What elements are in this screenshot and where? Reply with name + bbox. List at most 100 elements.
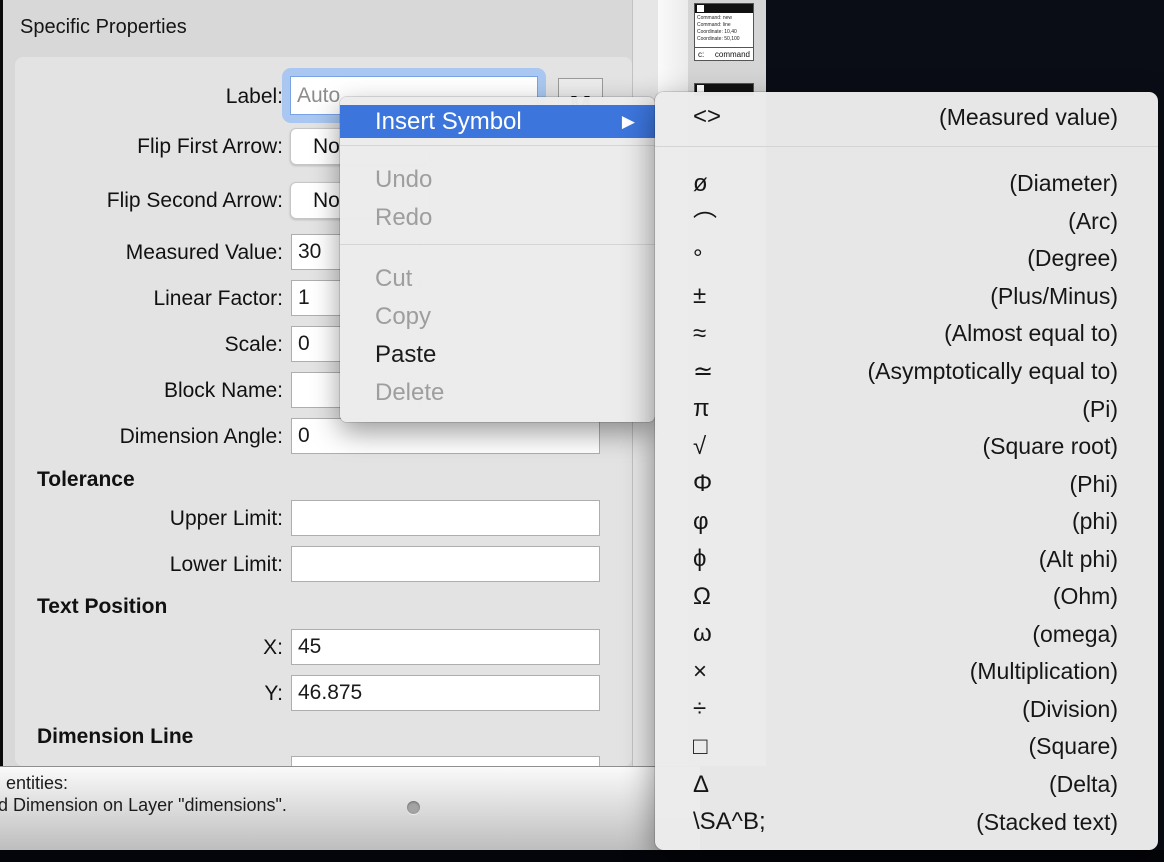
thumbnail-text-line: Command: new xyxy=(697,15,751,22)
symbol-glyph: Ω xyxy=(693,583,753,611)
symbol-description: (Diameter) xyxy=(1009,170,1118,197)
symbol-menu-item-1[interactable]: ø (Diameter) xyxy=(655,165,1158,203)
symbol-glyph: <> xyxy=(693,103,753,131)
symbol-menu-item-9[interactable]: Φ (Phi) xyxy=(655,465,1158,503)
symbol-glyph: ± xyxy=(693,282,753,310)
symbol-description: (Plus/Minus) xyxy=(990,283,1118,310)
symbol-menu-item-17[interactable]: Δ(Delta) xyxy=(655,766,1158,804)
symbol-description: (phi) xyxy=(1072,508,1118,535)
symbol-glyph: ° xyxy=(693,245,753,273)
command-widget-thumbnail: Command: newCommand: lineCoordinate: 10,… xyxy=(694,3,754,61)
symbol-glyph: ÷ xyxy=(693,695,753,723)
dimension-line-heading: Dimension Line xyxy=(37,725,193,749)
symbol-glyph: φ xyxy=(693,508,753,536)
symbol-menu-item-3[interactable]: °(Degree) xyxy=(655,240,1158,278)
thumbnail-command-prompt: c: command xyxy=(695,47,753,60)
symbol-menu-item-4[interactable]: ± (Plus/Minus) xyxy=(655,278,1158,316)
menu-item-label: Insert Symbol xyxy=(375,108,522,136)
symbol-glyph: \SA^B; xyxy=(693,808,766,836)
menu-item-cut: Cut xyxy=(340,260,655,298)
linear-factor-label: Linear Factor: xyxy=(15,287,283,311)
thumbnail-history: Command: newCommand: lineCoordinate: 10,… xyxy=(695,13,753,47)
measured-value-label: Measured Value: xyxy=(15,241,283,265)
symbol-menu-item-14[interactable]: ×(Multiplication) xyxy=(655,653,1158,691)
combobox-value: No xyxy=(313,189,340,213)
y-input[interactable] xyxy=(291,675,600,711)
symbol-menu-item-10[interactable]: φ (phi) xyxy=(655,503,1158,541)
scale-label: Scale: xyxy=(15,333,283,357)
menu-item-label: Copy xyxy=(375,303,431,331)
symbol-description: (omega) xyxy=(1032,621,1118,648)
symbol-glyph: ϕ xyxy=(693,545,753,573)
upper-limit-label: Upper Limit: xyxy=(15,507,283,531)
text-position-heading: Text Position xyxy=(37,595,167,619)
submenu-separator xyxy=(655,146,1158,147)
symbol-description: (Asymptotically equal to) xyxy=(867,358,1118,385)
dimension-angle-label: Dimension Angle: xyxy=(15,425,283,449)
label-field-label: Label: xyxy=(15,85,283,109)
resize-handle-dot[interactable] xyxy=(407,801,420,814)
menu-item-label: Undo xyxy=(375,166,432,194)
symbol-menu-item-11[interactable]: ϕ(Alt phi) xyxy=(655,540,1158,578)
status-line-2: d Dimension on Layer "dimensions". xyxy=(0,795,287,816)
menu-item-label: Delete xyxy=(375,379,444,407)
symbol-glyph: ≈ xyxy=(693,320,753,348)
thumbnail-titlebar xyxy=(695,4,753,13)
combobox-value: No xyxy=(313,135,340,159)
symbol-glyph: × xyxy=(693,658,753,686)
symbol-menu-item-12[interactable]: Ω (Ohm) xyxy=(655,578,1158,616)
thumbnail-text-line: Command: line xyxy=(697,22,751,29)
symbol-glyph: √ xyxy=(693,433,753,461)
symbol-menu-item-5[interactable]: ≈(Almost equal to) xyxy=(655,315,1158,353)
symbol-menu-item-13[interactable]: ω (omega) xyxy=(655,616,1158,654)
symbol-menu-item-0[interactable]: <> (Measured value) xyxy=(655,94,1158,140)
symbol-description: (Stacked text) xyxy=(976,809,1118,836)
symbol-description: (Arc) xyxy=(1068,208,1118,235)
symbol-glyph: ≃ xyxy=(693,357,753,386)
lower-limit-label: Lower Limit: xyxy=(15,553,283,577)
symbol-menu-item-8[interactable]: √(Square root) xyxy=(655,428,1158,466)
symbol-menu-item-16[interactable]: □ (Square) xyxy=(655,728,1158,766)
context-menu: Insert Symbol ▶ Undo Redo Cut Copy Paste Delete xyxy=(340,97,655,422)
menu-separator xyxy=(340,145,655,146)
thumbnail-close-box xyxy=(697,85,704,92)
lower-limit-input[interactable] xyxy=(291,546,600,582)
symbol-glyph: □ xyxy=(693,733,753,761)
block-name-label: Block Name: xyxy=(15,379,283,403)
menu-item-redo: Redo xyxy=(340,199,655,237)
upper-limit-input[interactable] xyxy=(291,500,600,536)
symbol-description: (Square) xyxy=(1029,733,1118,760)
x-label: X: xyxy=(15,636,283,660)
symbol-description: (Ohm) xyxy=(1053,583,1118,610)
menu-item-label: Redo xyxy=(375,204,432,232)
symbol-description: (Measured value) xyxy=(939,104,1118,131)
menu-item-insert-symbol[interactable]: Insert Symbol ▶ xyxy=(340,105,655,138)
symbol-glyph: Φ xyxy=(693,470,753,498)
x-input[interactable] xyxy=(291,629,600,665)
submenu-arrow-icon: ▶ xyxy=(622,112,643,132)
symbol-description: (Pi) xyxy=(1082,396,1118,423)
symbol-glyph: ω xyxy=(693,620,753,648)
flip-first-arrow-label: Flip First Arrow: xyxy=(15,135,283,159)
symbol-glyph: ø xyxy=(693,170,753,198)
menu-item-label: Paste xyxy=(375,341,436,369)
menu-item-paste[interactable]: Paste xyxy=(340,336,655,374)
tolerance-heading: Tolerance xyxy=(37,468,135,492)
symbol-menu-item-18[interactable]: \SA^B; (Stacked text) xyxy=(655,803,1158,841)
dimension-angle-input[interactable] xyxy=(291,418,600,454)
menu-item-copy: Copy xyxy=(340,298,655,336)
symbol-menu-item-2[interactable]: ⌒(Arc) xyxy=(655,203,1158,241)
symbol-menu-item-7[interactable]: π(Pi) xyxy=(655,390,1158,428)
flip-second-arrow-label: Flip Second Arrow: xyxy=(15,189,283,213)
symbol-glyph: Δ xyxy=(693,771,753,799)
bottom-black-strip xyxy=(0,850,1164,862)
thumbnail-text-line: Coordinate: 10,40 xyxy=(697,29,751,36)
prompt-value: command xyxy=(715,50,750,59)
status-line-1: d entities: xyxy=(0,773,68,794)
symbol-menu-item-15[interactable]: ÷(Division) xyxy=(655,691,1158,729)
thumbnail-text-line: Coordinate: 50,100 xyxy=(697,36,751,43)
menu-item-delete: Delete xyxy=(340,374,655,412)
symbol-description: (Phi) xyxy=(1069,471,1118,498)
symbol-menu-item-6[interactable]: ≃ (Asymptotically equal to) xyxy=(655,353,1158,391)
panel-title: Specific Properties xyxy=(20,16,187,39)
